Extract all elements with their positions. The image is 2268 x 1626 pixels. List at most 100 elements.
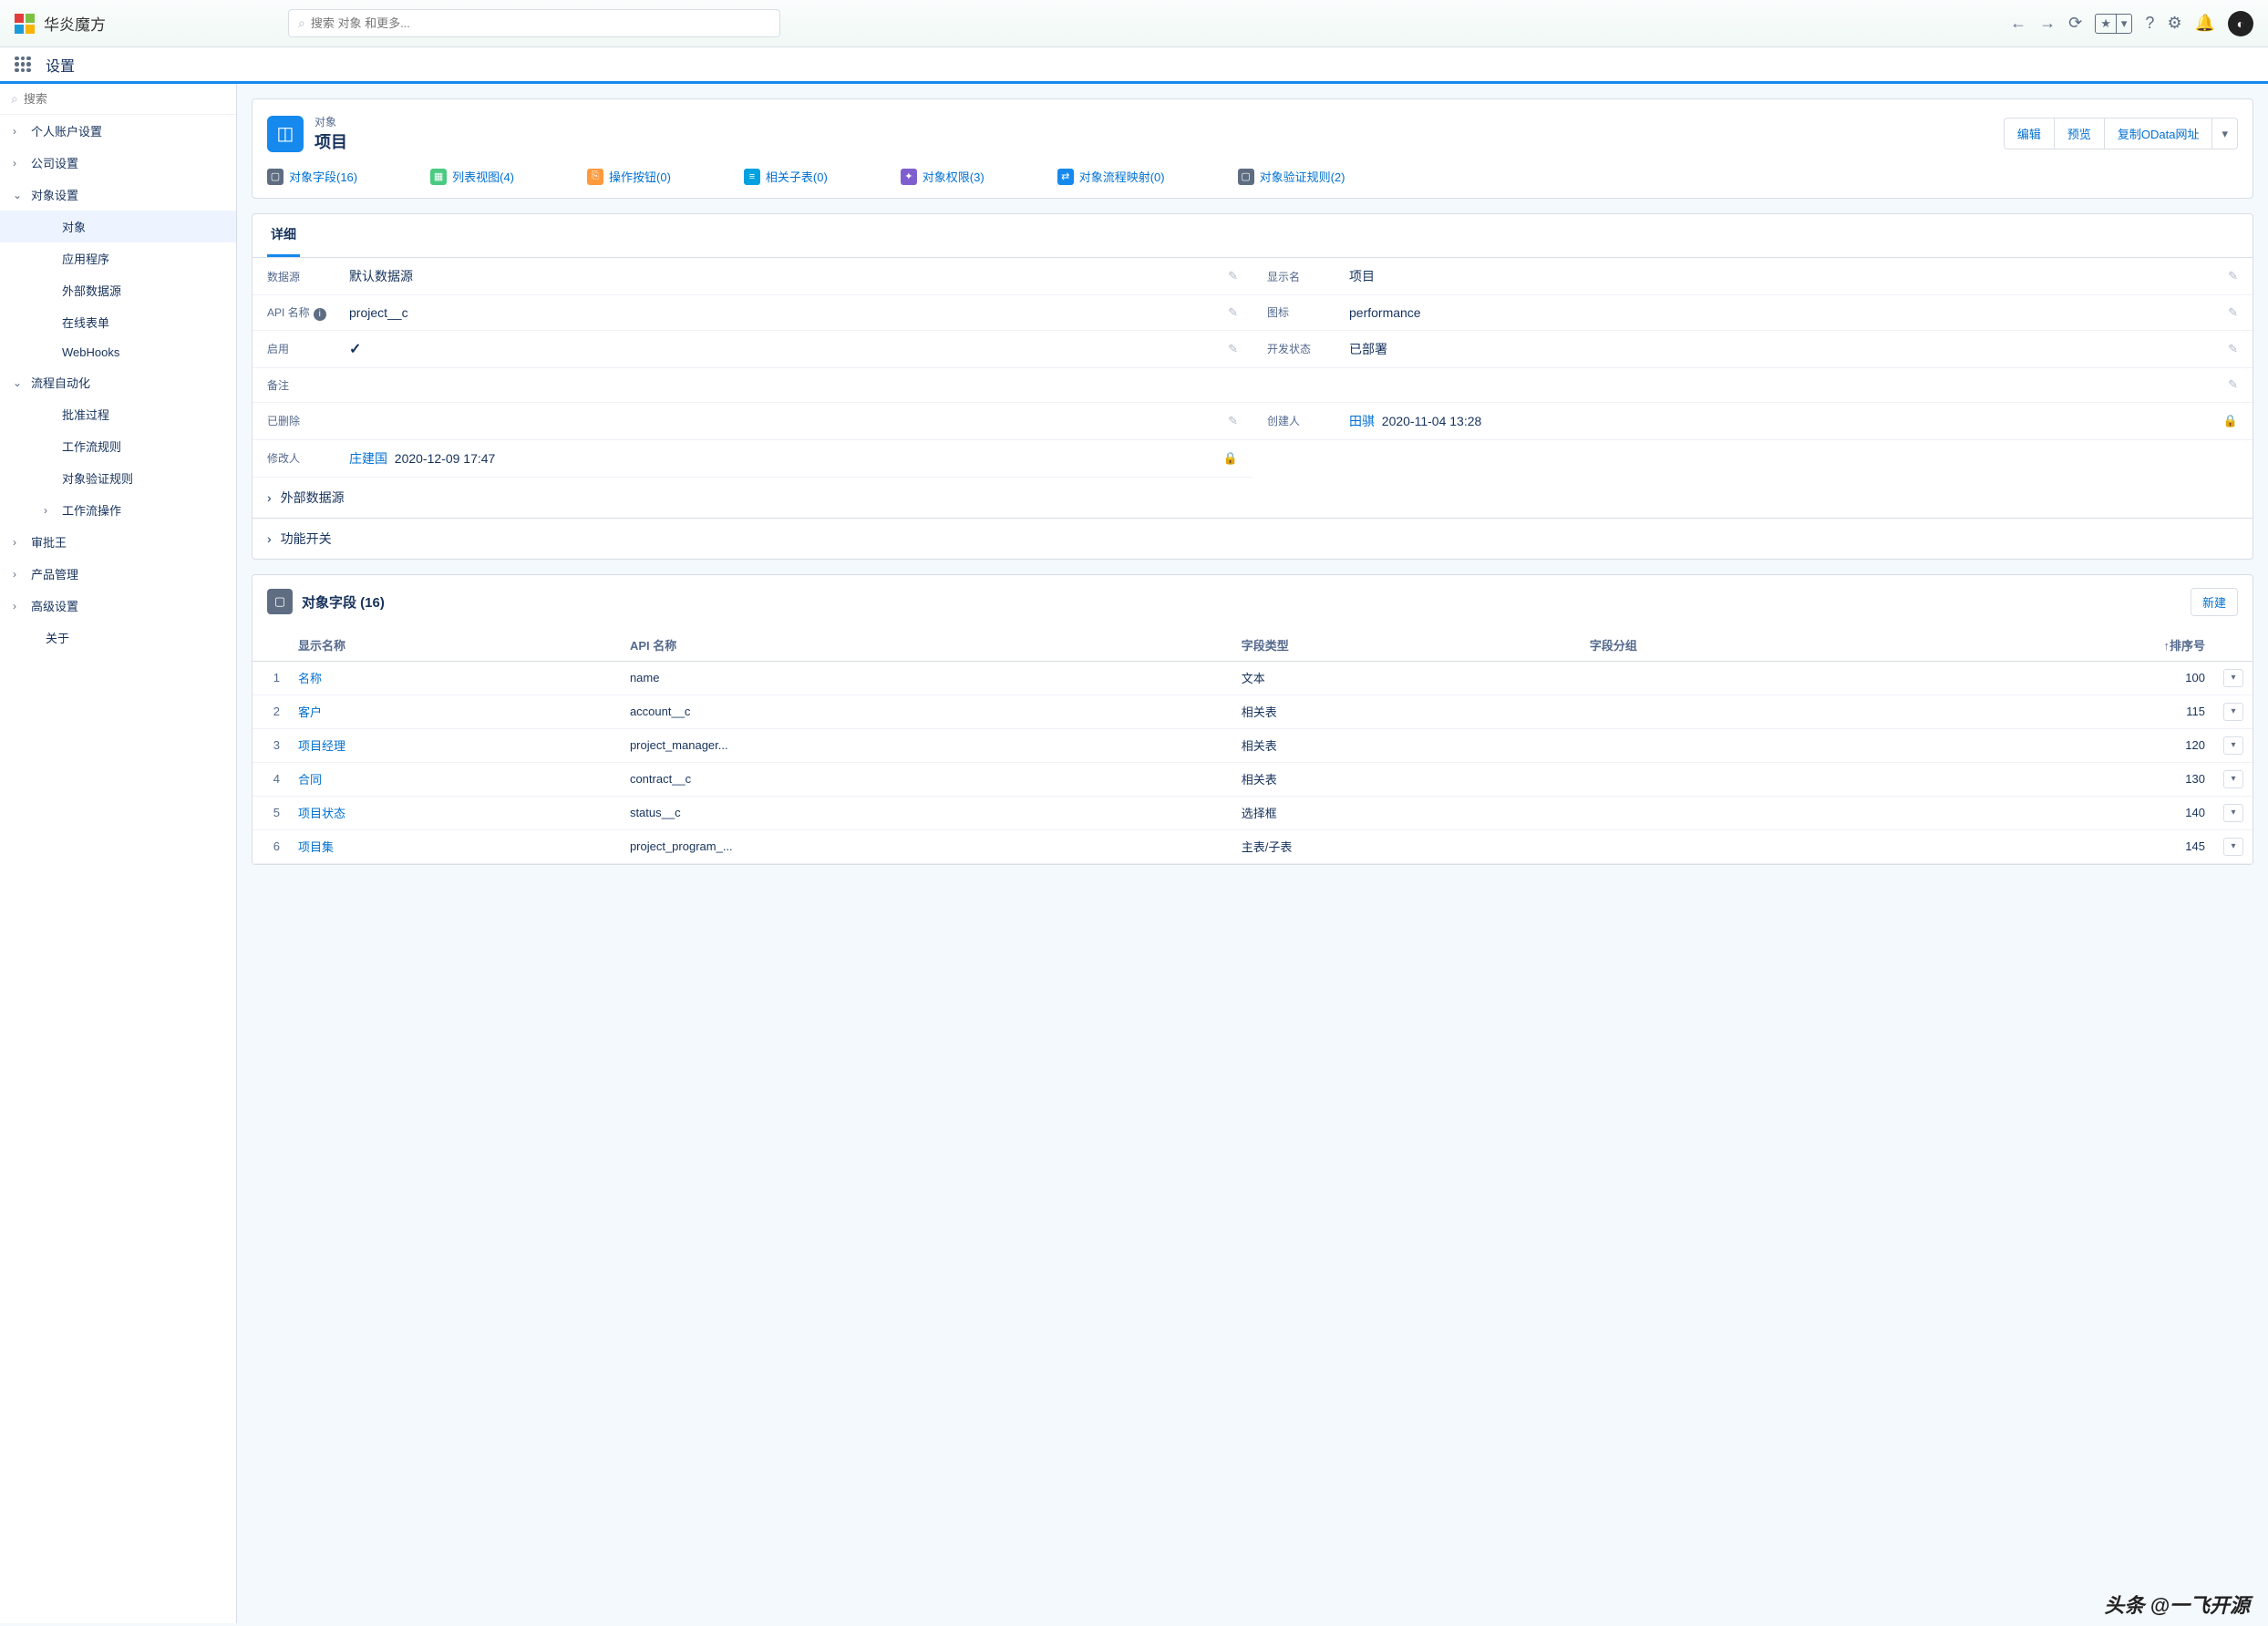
collapse-section[interactable]: ›功能开关 xyxy=(253,518,2253,559)
value-creator: 田骐 2020-11-04 13:28 xyxy=(1349,412,2223,430)
sidebar-search-input[interactable] xyxy=(24,92,225,106)
fields-title: 对象字段 (16) xyxy=(302,592,385,612)
sidebar-item-label: 对象验证规则 xyxy=(62,469,133,487)
sidebar-item-label: 对象 xyxy=(62,218,86,235)
help-icon[interactable]: ? xyxy=(2145,14,2154,33)
quick-link-icon: ▢ xyxy=(1238,169,1254,185)
search-icon: ⌕ xyxy=(298,15,305,31)
row-menu-button[interactable]: ▾ xyxy=(2223,669,2243,687)
col-type[interactable]: 字段类型 xyxy=(1232,629,1581,662)
edit-icon[interactable]: ✎ xyxy=(2228,269,2238,283)
info-icon[interactable]: i xyxy=(314,308,326,321)
more-actions-button[interactable]: ▾ xyxy=(2212,118,2238,149)
quick-link[interactable]: ≡相关子表(0) xyxy=(744,168,828,185)
sidebar-item[interactable]: ›工作流操作 xyxy=(0,494,236,526)
field-name-link[interactable]: 名称 xyxy=(298,672,322,685)
row-menu-button[interactable]: ▾ xyxy=(2223,703,2243,721)
back-icon[interactable]: ← xyxy=(2010,14,2026,33)
sidebar-item[interactable]: 在线表单 xyxy=(0,306,236,338)
fields-card: ▢ 对象字段 (16) 新建 显示名称 API 名称 字段类型 字段分组 ↑排序… xyxy=(252,574,2253,865)
star-icon[interactable]: ★ xyxy=(2096,15,2117,33)
app-name: 华炎魔方 xyxy=(44,12,106,35)
sidebar-item[interactable]: 关于 xyxy=(0,622,236,653)
label-modifier: 修改人 xyxy=(267,450,349,466)
sidebar-item[interactable]: ›公司设置 xyxy=(0,147,236,179)
sidebar-item-label: 关于 xyxy=(46,629,69,646)
field-name-link[interactable]: 合同 xyxy=(298,773,322,787)
settings-icon[interactable]: ⚙ xyxy=(2167,14,2181,33)
refresh-icon[interactable]: ⟳ xyxy=(2068,14,2082,33)
tab-detail[interactable]: 详细 xyxy=(267,214,300,257)
sidebar: ⌕ ›个人账户设置›公司设置⌄对象设置对象应用程序外部数据源在线表单 WebHoo… xyxy=(0,84,237,1623)
sidebar-item[interactable]: ›审批王 xyxy=(0,526,236,558)
sidebar-item[interactable]: ›个人账户设置 xyxy=(0,115,236,147)
forward-icon[interactable]: → xyxy=(2039,14,2056,33)
row-number: 1 xyxy=(253,661,289,695)
field-name-link[interactable]: 项目经理 xyxy=(298,739,345,753)
sidebar-item-label: 在线表单 xyxy=(62,314,109,331)
sidebar-item[interactable]: 批准过程 xyxy=(0,398,236,430)
col-sort[interactable]: ↑排序号 xyxy=(1912,629,2214,662)
notifications-icon[interactable]: 🔔 xyxy=(2195,14,2215,33)
sidebar-item[interactable]: ›高级设置 xyxy=(0,590,236,622)
col-group[interactable]: 字段分组 xyxy=(1581,629,1912,662)
field-sort: 120 xyxy=(1912,728,2214,762)
edit-icon[interactable]: ✎ xyxy=(1228,305,1238,320)
quick-link[interactable]: ▢对象字段(16) xyxy=(267,168,357,185)
caret-down-icon[interactable]: ▾ xyxy=(2117,15,2132,33)
sidebar-item-label: 应用程序 xyxy=(62,250,109,267)
sidebar-item[interactable]: ⌄对象设置 xyxy=(0,179,236,211)
sidebar-item[interactable]: 对象 xyxy=(0,211,236,242)
table-row: 5项目状态status__c选择框140▾ xyxy=(253,796,2253,829)
row-menu-button[interactable]: ▾ xyxy=(2223,804,2243,822)
quick-link-label: 操作按钮(0) xyxy=(609,168,671,185)
field-type: 文本 xyxy=(1232,661,1581,695)
quick-link[interactable]: ⇄对象流程映射(0) xyxy=(1057,168,1165,185)
quick-link[interactable]: ▢对象验证规则(2) xyxy=(1238,168,1345,185)
value-modifier: 庄建国 2020-12-09 17:47 xyxy=(349,449,1223,468)
sidebar-item[interactable]: 应用程序 xyxy=(0,242,236,274)
quick-link-icon: ⎘ xyxy=(587,169,603,185)
sidebar-item-label: 批准过程 xyxy=(62,406,109,423)
edit-icon[interactable]: ✎ xyxy=(1228,342,1238,356)
search-icon: ⌕ xyxy=(11,91,18,107)
field-type: 相关表 xyxy=(1232,728,1581,762)
quick-link[interactable]: ⎘ 操作按钮(0) xyxy=(587,168,671,185)
copy-odata-button[interactable]: 复制OData网址 xyxy=(2105,118,2213,149)
quick-link[interactable]: ✦对象权限(3) xyxy=(901,168,985,185)
sidebar-item[interactable]: WebHooks xyxy=(0,338,236,366)
quick-link-icon: ▦ xyxy=(430,169,447,185)
app-launcher-icon[interactable] xyxy=(15,57,31,73)
field-api: project_manager... xyxy=(621,728,1232,762)
chevron-icon: › xyxy=(44,504,57,517)
chevron-icon: › xyxy=(13,157,26,170)
sidebar-item[interactable]: 对象验证规则 xyxy=(0,462,236,494)
sidebar-item[interactable]: 工作流规则 xyxy=(0,430,236,462)
edit-icon[interactable]: ✎ xyxy=(2228,377,2238,392)
new-field-button[interactable]: 新建 xyxy=(2191,588,2238,616)
row-menu-button[interactable]: ▾ xyxy=(2223,770,2243,788)
sidebar-item[interactable]: 外部数据源 xyxy=(0,274,236,306)
row-menu-button[interactable]: ▾ xyxy=(2223,736,2243,755)
favorites-dropdown[interactable]: ★▾ xyxy=(2095,14,2132,34)
edit-icon[interactable]: ✎ xyxy=(2228,342,2238,356)
preview-button[interactable]: 预览 xyxy=(2055,118,2105,149)
edit-icon[interactable]: ✎ xyxy=(2228,305,2238,320)
col-name[interactable]: 显示名称 xyxy=(289,629,621,662)
collapse-section[interactable]: ›外部数据源 xyxy=(253,478,2253,518)
chevron-icon: › xyxy=(13,125,26,138)
col-api[interactable]: API 名称 xyxy=(621,629,1232,662)
row-menu-button[interactable]: ▾ xyxy=(2223,838,2243,856)
sidebar-item[interactable]: ›产品管理 xyxy=(0,558,236,590)
field-name-link[interactable]: 项目状态 xyxy=(298,807,345,820)
field-name-link[interactable]: 项目集 xyxy=(298,840,334,854)
sidebar-item[interactable]: ⌄流程自动化 xyxy=(0,366,236,398)
table-row: 4合同contract__c相关表130▾ xyxy=(253,762,2253,796)
search-input[interactable] xyxy=(311,16,770,30)
edit-icon[interactable]: ✎ xyxy=(1228,269,1238,283)
field-name-link[interactable]: 客户 xyxy=(298,705,322,719)
quick-link[interactable]: ▦列表视图(4) xyxy=(430,168,514,185)
edit-button[interactable]: 编辑 xyxy=(2004,118,2055,149)
edit-icon[interactable]: ✎ xyxy=(1228,414,1238,428)
avatar[interactable]: ◐ xyxy=(2228,11,2253,36)
